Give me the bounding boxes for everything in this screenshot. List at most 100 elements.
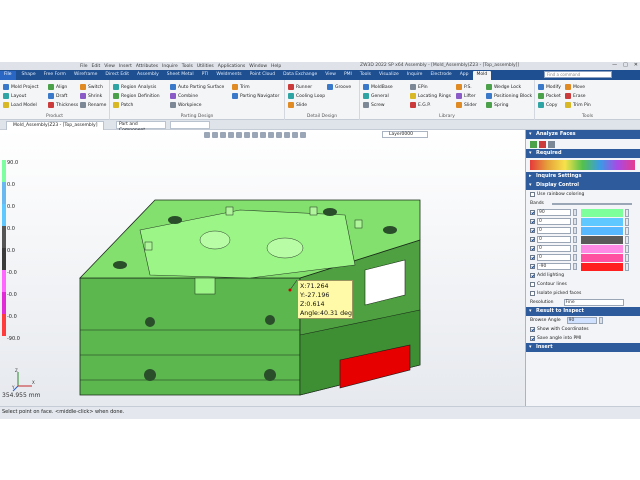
thickness-button[interactable]: Thickness [48,101,78,109]
band-spinner[interactable] [573,218,577,225]
menu-edit[interactable]: Edit [92,64,101,69]
band-color-swatch[interactable] [581,253,623,262]
positioning-block-button[interactable]: Positioning Block [486,92,532,100]
band-spinner[interactable] [573,209,577,216]
band-value-input[interactable]: 90 [537,209,571,216]
modify-button[interactable]: Modify [538,83,561,91]
erase-button[interactable]: Erase [565,92,586,100]
slide-button[interactable]: Slide [288,101,307,109]
menu-applications[interactable]: Applications [218,64,246,69]
menu-view[interactable]: View [104,64,115,69]
face-type-icons[interactable] [530,160,635,170]
band-spinner[interactable] [573,263,577,270]
pocket-button[interactable]: Pocket [538,92,561,100]
pick-filter-select[interactable]: Part and Component [116,121,166,133]
band-color-swatch[interactable] [581,226,623,235]
band-checkbox[interactable] [530,246,535,251]
rename-button[interactable]: Rename [80,101,106,109]
screw-button[interactable]: Screw [363,101,385,109]
mold-project-button[interactable]: Mold Project [3,83,39,91]
color-dropdown-icon[interactable] [625,262,629,271]
command-search-input[interactable]: Find a command [544,71,612,78]
tab-file[interactable]: File [0,71,16,80]
band-value-input[interactable]: 0 [537,254,571,261]
shrink-button[interactable]: Shrink [80,92,102,100]
bands-slider[interactable] [551,202,632,205]
section-required[interactable]: Required [526,149,640,158]
color-dropdown-icon[interactable] [625,217,629,226]
band-color-swatch[interactable] [581,235,623,244]
band-color-swatch[interactable] [581,244,623,253]
runner-button[interactable]: Runner [288,83,312,91]
rainbow-option[interactable]: Use rainbow coloring [526,190,640,199]
band-value-input[interactable]: -90 [537,263,571,270]
apply-icon[interactable] [548,140,555,148]
tab-free-form[interactable]: Free Form [40,71,70,80]
tab-tools[interactable]: Tools [356,71,375,80]
tab-assembly[interactable]: Assembly [133,71,163,80]
color-dropdown-icon[interactable] [625,226,629,235]
epin-button[interactable]: EPin [410,83,428,91]
locating-rings-button[interactable]: Locating Rings [410,92,451,100]
minimize-button[interactable]: — [612,62,617,68]
tab-sheet-metal[interactable]: Sheet Metal [163,71,198,80]
egp-button[interactable]: E.G.P. [410,101,431,109]
combine-button[interactable]: Combine [170,92,198,100]
bands-row[interactable]: Bands [526,199,640,208]
save-angle-checkbox[interactable] [530,336,535,341]
tab-wireframe[interactable]: Wireframe [70,71,101,80]
tab-shape[interactable]: Shape [18,71,40,80]
section-inquire-settings[interactable]: Inquire Settings [526,172,640,181]
browse-angle-spinner[interactable] [598,317,603,324]
band-checkbox[interactable] [530,255,535,260]
tab-electrode[interactable]: Electrode [426,71,455,80]
section-insert[interactable]: Insert [526,343,640,352]
isolate-checkbox[interactable] [530,291,535,296]
cancel-x-icon[interactable] [539,140,546,148]
tab-pmi[interactable]: PMI [340,71,356,80]
contour-lines-checkbox[interactable] [530,282,535,287]
save-angle-option[interactable]: Save angle into PMI [526,334,640,343]
align-button[interactable]: Align [48,83,67,91]
section-result-to-inspect[interactable]: Result to Inspect [526,307,640,316]
region-definition-button[interactable]: Region Definition [113,92,160,100]
isolate-option[interactable]: Isolate picked faces [526,289,640,298]
menu-insert[interactable]: Insert [119,64,132,69]
band-checkbox[interactable] [530,219,535,224]
trim-pin-button[interactable]: Trim Pin [565,101,591,109]
band-value-input[interactable]: 0 [537,236,571,243]
tab-app[interactable]: App [456,71,473,80]
region-analysis-button[interactable]: Region Analysis [113,83,156,91]
tab-pti[interactable]: PTI [198,71,213,80]
add-lighting-checkbox[interactable] [530,273,535,278]
band-value-input[interactable]: 0 [537,227,571,234]
tab-data-exchange[interactable]: Data Exchange [279,71,321,80]
resolution-select[interactable]: Fine [563,299,624,306]
move-button[interactable]: Move [565,83,585,91]
document-tab[interactable]: Mold_Assembly(Z23 - [Top_assembly] [6,121,105,130]
band-color-swatch[interactable] [581,217,623,226]
ps-button[interactable]: P.S. [456,83,472,91]
band-value-input[interactable]: 0 [537,218,571,225]
wedge-lock-button[interactable]: Wedge Lock [486,83,521,91]
band-checkbox[interactable] [530,237,535,242]
tab-point-cloud[interactable]: Point Cloud [246,71,279,80]
close-button[interactable]: ✕ [634,62,638,68]
color-dropdown-icon[interactable] [625,235,629,244]
auto-parting-surface-button[interactable]: Auto Parting Surface [170,83,224,91]
layout-button[interactable]: Layout [3,92,26,100]
tab-inquire[interactable]: Inquire [403,71,427,80]
menu-window[interactable]: Window [249,64,267,69]
menu-help[interactable]: Help [271,64,281,69]
copy-button[interactable]: Copy [538,101,557,109]
lifter-button[interactable]: Lifter [456,92,476,100]
groove-button[interactable]: Groove [327,83,351,91]
band-spinner[interactable] [573,254,577,261]
show-coords-option[interactable]: Show with Coordinates [526,325,640,334]
general-button[interactable]: General [363,92,389,100]
band-color-swatch[interactable] [581,208,623,217]
tab-mold[interactable]: Mold [472,71,492,80]
maximize-button[interactable]: □ [623,62,628,68]
patch-button[interactable]: Patch [113,101,133,109]
tab-visualize[interactable]: Visualize [375,71,403,80]
